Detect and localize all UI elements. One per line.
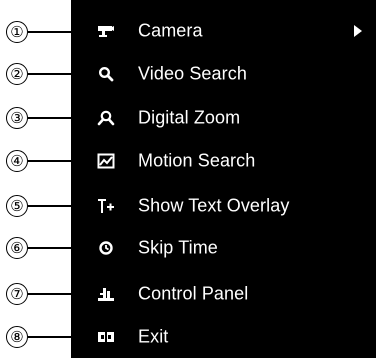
clock-icon	[97, 239, 115, 257]
callout-number: ⑦	[6, 283, 28, 305]
motion-search-icon	[97, 152, 115, 170]
menu-item-label: Exit	[138, 326, 169, 347]
menu-item-video-search[interactable]: Video Search	[71, 52, 376, 96]
control-panel-icon	[97, 285, 115, 303]
menu-item-label: Camera	[138, 20, 203, 41]
zoom-icon	[97, 109, 115, 127]
callout-number: ⑤	[6, 195, 28, 217]
callout-number: ⑧	[6, 326, 28, 348]
exit-icon	[97, 328, 115, 346]
callout-number: ④	[6, 150, 28, 172]
menu-item-label: Motion Search	[138, 150, 256, 171]
menu-item-control-panel[interactable]: Control Panel	[71, 272, 376, 316]
callout-number: ②	[6, 63, 28, 85]
menu-item-label: Show Text Overlay	[138, 195, 290, 216]
menu-item-camera[interactable]: Camera	[71, 9, 376, 53]
text-overlay-icon	[97, 197, 115, 215]
menu-item-motion-search[interactable]: Motion Search	[71, 139, 376, 183]
menu-item-show-text-overlay[interactable]: Show Text Overlay	[71, 184, 376, 228]
menu-item-exit[interactable]: Exit	[71, 315, 376, 359]
menu-item-digital-zoom[interactable]: Digital Zoom	[71, 96, 376, 140]
menu-item-label: Digital Zoom	[138, 107, 241, 128]
callout-number: ③	[6, 107, 28, 129]
callout-number: ⑥	[6, 237, 28, 259]
menu-item-skip-time[interactable]: Skip Time	[71, 226, 376, 270]
camera-icon	[97, 22, 115, 40]
menu-item-label: Control Panel	[138, 283, 249, 304]
menu-item-label: Skip Time	[138, 237, 218, 258]
submenu-arrow-icon	[354, 25, 362, 37]
context-menu: Camera Video Search Digital Zoom Motion …	[71, 0, 376, 358]
menu-item-label: Video Search	[138, 63, 247, 84]
callout-number: ①	[6, 21, 28, 43]
search-icon	[97, 65, 115, 83]
